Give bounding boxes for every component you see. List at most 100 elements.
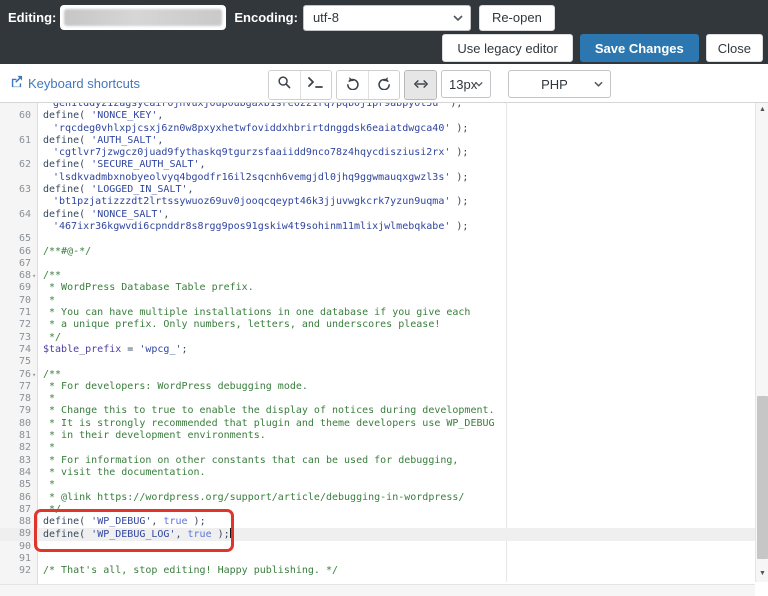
code-line[interactable]: 92/* That's all, stop editing! Happy pub… [0, 565, 755, 577]
encoding-select[interactable]: utf-8 [303, 5, 471, 31]
code-token: gen1tddyz1zagsycair0jnvuxj0up0ubgaxb1sre… [53, 103, 444, 109]
code-token: , [175, 529, 187, 540]
code-token: , [188, 184, 194, 195]
code-line[interactable]: 84 * visit the documentation. [0, 467, 755, 479]
scroll-down-button[interactable]: ▼ [756, 567, 768, 580]
vertical-scrollbar[interactable]: ▲ ▼ [755, 103, 768, 582]
code-line[interactable]: 'cgtlvr7jzwgcz0juad9fythaskq9tgurzsfaaii… [0, 147, 755, 159]
line-number: 92 [0, 565, 31, 577]
code-line[interactable]: gen1tddyz1zagsycair0jnvuxj0up0ubgaxb1sre… [0, 103, 755, 110]
code-line[interactable]: 70 * [0, 295, 755, 307]
code-line[interactable]: 73 */ [0, 332, 755, 344]
reopen-button[interactable]: Re-open [479, 5, 555, 31]
code-line[interactable]: 68▾/** [0, 270, 755, 282]
filename-field[interactable] [60, 5, 226, 30]
code-line[interactable]: '467ixr36kgwvdi6cpnddr8s8rgg9pos91gskiw4… [0, 221, 755, 233]
terminal-icon [308, 76, 324, 94]
chevron-down-icon [453, 15, 463, 21]
topbar-row-1: Editing: Encoding: utf-8 Re-open [0, 4, 768, 31]
terminal-button[interactable] [300, 71, 331, 99]
code-line[interactable]: 63define( 'LOGGED_IN_SALT', [0, 184, 755, 196]
code-line[interactable]: 66/**#@-*/ [0, 246, 755, 258]
code-token: ); [450, 221, 468, 232]
code-lines: gen1tddyz1zagsycair0jnvuxj0up0ubgaxb1sre… [0, 103, 755, 578]
line-number: 70 [0, 295, 31, 307]
code-line[interactable]: 79 * Change this to true to enable the d… [0, 405, 755, 417]
fold-toggle-icon[interactable]: ▾ [32, 270, 36, 282]
code-line[interactable]: 81 * in their development environments. [0, 430, 755, 442]
vertical-scrollbar-thumb[interactable] [757, 396, 768, 559]
save-changes-button[interactable]: Save Changes [580, 34, 699, 62]
code-line[interactable]: 75 [0, 356, 755, 368]
undo-redo-group [336, 70, 400, 100]
arrow-up-icon: ▲ [759, 106, 766, 113]
line-number: 73 [0, 332, 31, 344]
code-line[interactable]: 89define( 'WP_DEBUG_LOG', true ); [0, 528, 755, 540]
legacy-editor-button[interactable]: Use legacy editor [442, 34, 572, 62]
code-line[interactable]: 82 * [0, 442, 755, 454]
code-token: */ [43, 504, 61, 515]
line-number: 67 [0, 258, 31, 270]
code-token: ); [450, 147, 468, 158]
line-number: 68 [0, 270, 31, 282]
code-line[interactable]: 83 * For information on other constants … [0, 455, 755, 467]
code-token: * [43, 479, 55, 490]
code-line[interactable]: 72 * a unique prefix. Only numbers, lett… [0, 319, 755, 331]
line-number: 64 [0, 209, 31, 221]
redo-button[interactable] [368, 71, 399, 99]
code-line[interactable]: 85 * [0, 479, 755, 491]
code-line[interactable]: 67 [0, 258, 755, 270]
code-token: $table_prefix [43, 344, 121, 355]
chevron-down-icon [475, 82, 483, 87]
code-line[interactable]: 64define( 'NONCE_SALT', [0, 209, 755, 221]
code-line[interactable]: 'lsdkvadmbxnobyeolvyq4bgodfr16il2sqcnh6v… [0, 172, 755, 184]
code-token: 'AUTH_SALT' [91, 135, 157, 146]
redo-icon [377, 76, 392, 95]
file-editor-window: Editing: Encoding: utf-8 Re-open Use leg… [0, 0, 768, 596]
undo-button[interactable] [337, 71, 368, 99]
code-line[interactable]: 78 * [0, 393, 755, 405]
line-number: 90 [0, 541, 31, 553]
code-line[interactable]: 71 * You can have multiple installations… [0, 307, 755, 319]
code-line[interactable]: 91 [0, 553, 755, 565]
code-line[interactable]: 77 * For developers: WordPress debugging… [0, 381, 755, 393]
code-line[interactable]: 62define( 'SECURE_AUTH_SALT', [0, 159, 755, 171]
code-line[interactable]: 88define( 'WP_DEBUG', true ); [0, 516, 755, 528]
code-token: /** [43, 369, 61, 380]
code-token: ; [182, 344, 188, 355]
line-number: 86 [0, 492, 31, 504]
code-token: 'rqcdeg0vhlxpjcsxj6zn0w8pxyxhetwfoviddxh… [53, 123, 450, 134]
line-number: 61 [0, 135, 31, 147]
close-button[interactable]: Close [706, 34, 763, 62]
code-line[interactable]: 76▾/** [0, 369, 755, 381]
code-token: ); [450, 172, 468, 183]
code-line[interactable]: 60define( 'NONCE_KEY', [0, 110, 755, 122]
code-line[interactable]: 65 [0, 233, 755, 245]
encoding-label: Encoding: [234, 10, 298, 25]
line-number: 84 [0, 467, 31, 479]
undo-icon [345, 76, 360, 95]
editing-label: Editing: [8, 10, 56, 25]
scroll-up-button[interactable]: ▲ [756, 103, 768, 116]
font-size-select[interactable]: 13px [441, 70, 491, 98]
word-wrap-button[interactable] [405, 71, 436, 99]
keyboard-shortcuts-link[interactable]: Keyboard shortcuts [10, 75, 140, 91]
horizontal-scrollbar[interactable] [0, 584, 755, 596]
code-line[interactable]: 'bt1pzjatizzzdt2lrtssywuoz69uv0jooqcqeyp… [0, 196, 755, 208]
search-icon [277, 75, 292, 95]
code-token: ); [450, 196, 468, 207]
code-token: /**#@-*/ [43, 246, 91, 257]
code-line[interactable]: 80 * It is strongly recommended that plu… [0, 418, 755, 430]
code-editor[interactable]: gen1tddyz1zagsycair0jnvuxj0up0ubgaxb1sre… [0, 103, 768, 596]
code-line[interactable]: 90 [0, 541, 755, 553]
code-line[interactable]: 'rqcdeg0vhlxpjcsxj6zn0w8pxyxhetwfoviddxh… [0, 123, 755, 135]
code-line[interactable]: 74$table_prefix = 'wpcg_'; [0, 344, 755, 356]
code-token: 'NONCE_KEY' [91, 110, 157, 121]
fold-toggle-icon[interactable]: ▾ [32, 369, 36, 381]
language-mode-select[interactable]: PHP [508, 70, 611, 98]
search-button[interactable] [269, 71, 300, 99]
code-line[interactable]: 69 * WordPress Database Table prefix. [0, 282, 755, 294]
code-line[interactable]: 86 * @link https://wordpress.org/support… [0, 492, 755, 504]
code-line[interactable]: 61define( 'AUTH_SALT', [0, 135, 755, 147]
code-line[interactable]: 87 */ [0, 504, 755, 516]
